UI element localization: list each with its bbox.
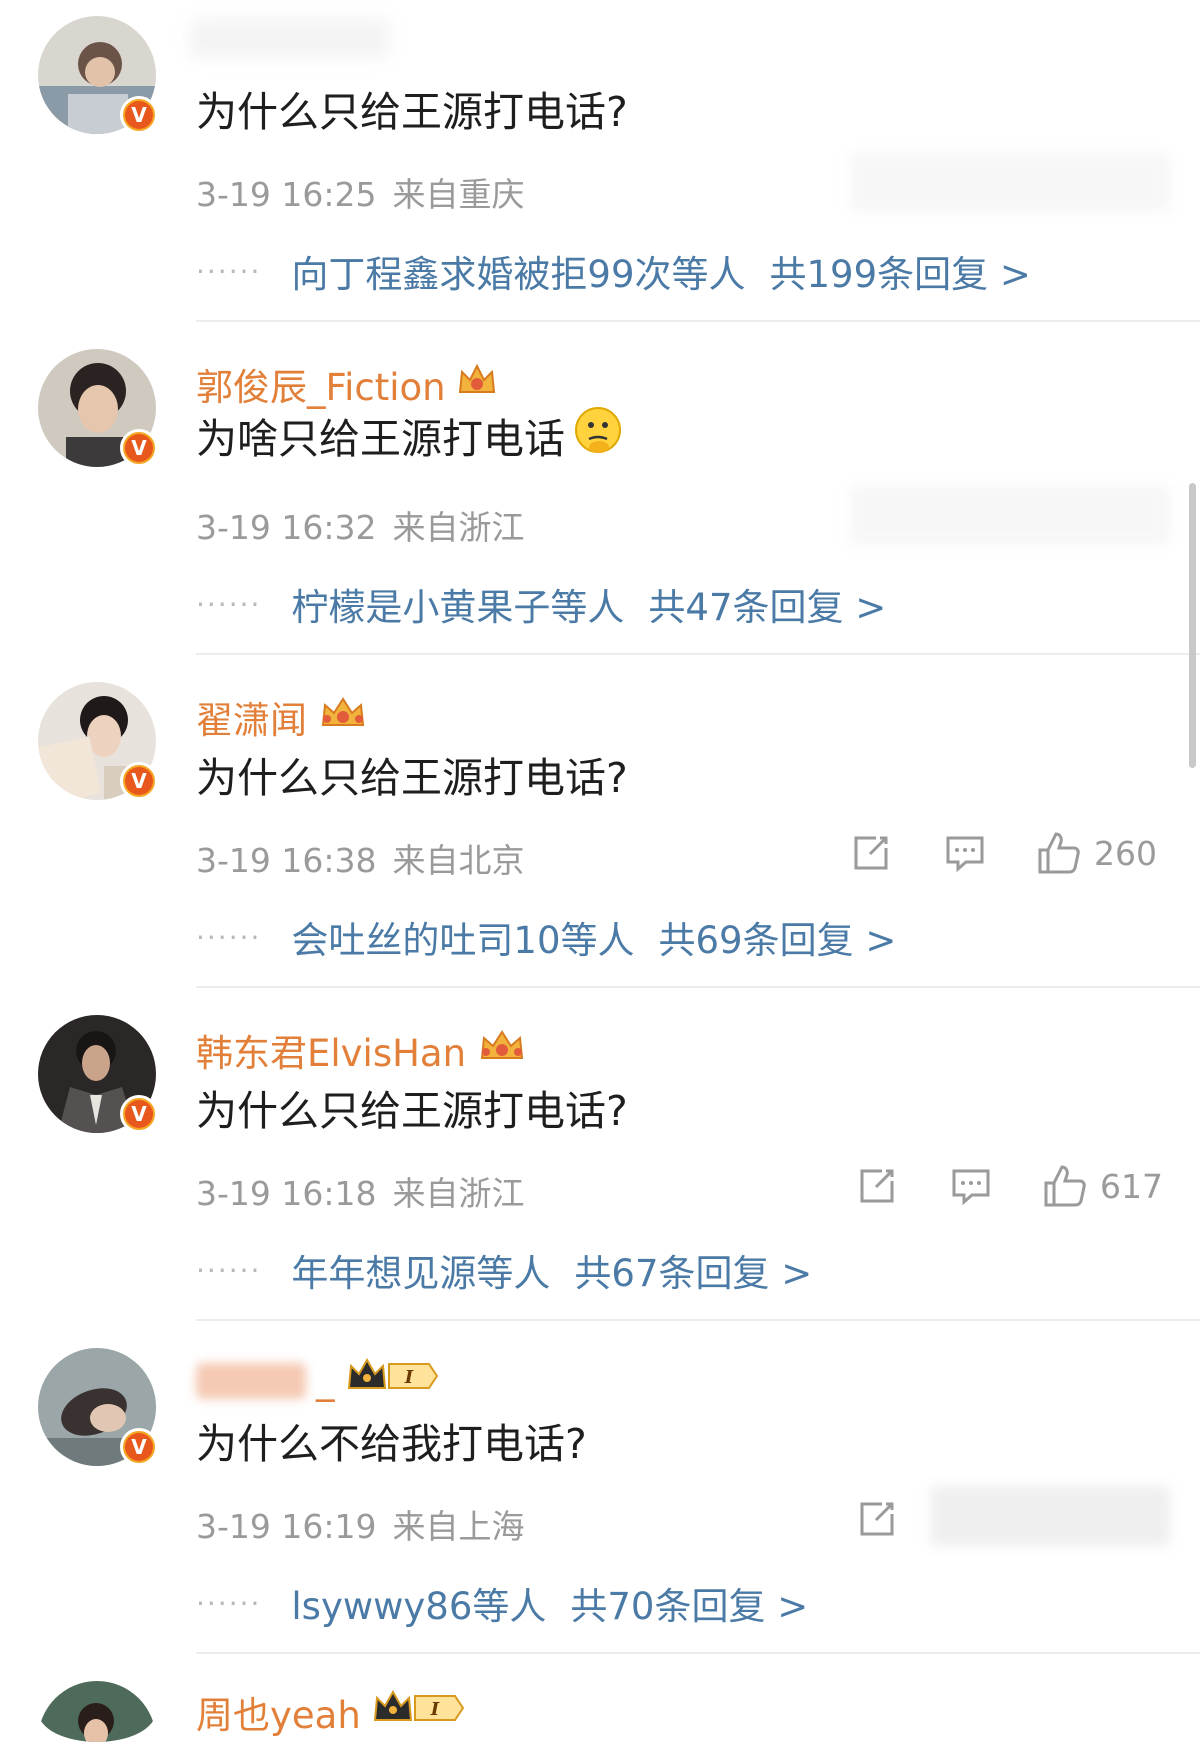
avatar[interactable] [38,1681,156,1742]
comment-button[interactable] [944,832,986,874]
crown-icon [456,360,498,409]
username[interactable]: _ I [196,1356,441,1405]
comment-time: 3-19 16:38 [196,841,377,880]
reply-names: lsywwy86等人 [291,1585,547,1628]
comment-item: V 翟潇闻 为什么只给王源打电话? 3-19 16:38 来自北京 260 ···… [0,666,1200,999]
reply-names: 向丁程鑫求婚被拒99次等人 [291,253,746,296]
like-count: 260 [1094,833,1157,873]
like-button[interactable]: 260 [1036,830,1157,876]
comment-item: V 为什么只给王源打电话? 3-19 16:25 来自重庆 ······ 向丁程鑫… [0,0,1200,333]
replies-link[interactable]: ······ 年年想见源等人 共67条回复 > [196,1243,812,1297]
username[interactable]: 郭俊辰_Fiction [196,357,498,411]
reply-names: 年年想见源等人 [291,1252,551,1295]
username[interactable]: 韩东君ElvisHan [196,1023,528,1077]
comment-location: 来自浙江 [392,508,525,547]
scrollbar[interactable] [1189,483,1196,768]
verified-icon: V [120,1428,158,1466]
comment-location: 来自上海 [392,1507,525,1546]
replies-link[interactable]: ······ 会吐丝的吐司10等人 共69条回复 > [196,910,896,964]
forward-icon [860,1169,894,1203]
verified-icon: V [120,1095,158,1133]
replies-link[interactable]: ······ lsywwy86等人 共70条回复 > [196,1576,808,1630]
crown-icon [317,693,369,742]
reply-total: 共199条回复 > [769,253,1031,296]
comment-time: 3-19 16:18 [196,1174,377,1213]
comment-meta: 3-19 16:18 来自浙江 [196,1167,525,1215]
comment-time: 3-19 16:25 [196,175,377,214]
crown-icon [476,1026,528,1075]
forward-button[interactable] [856,1498,898,1540]
verified-icon: V [120,429,158,467]
divider [196,320,1200,322]
emoji-icon [573,405,623,465]
forward-icon [854,836,888,870]
comment-item: V 郭俊辰_Fiction 为啥只给王源打电话 3-19 16:32 来自浙江 ·… [0,333,1200,666]
comment-location: 来自浙江 [392,1174,525,1213]
divider [196,1319,1200,1321]
divider [196,986,1200,988]
forward-button[interactable] [850,832,892,874]
verified-icon: V [120,762,158,800]
comment-icon [952,1169,990,1206]
comment-text: 为啥只给王源打电话 [196,405,623,465]
thumbs-up-icon [1044,1165,1086,1207]
comment-text: 为什么不给我打电话? [196,1420,587,1468]
comment-icon [946,836,984,873]
avatar[interactable]: V [38,682,158,800]
comment-time: 3-19 16:19 [196,1507,377,1546]
comment-text: 为什么只给王源打电话? [196,88,628,136]
verified-icon: V [120,96,158,134]
comment-item: V _ I 为什么不给我打电话? 3-19 16:19 来自上海 ······ l… [0,1332,1200,1665]
comment-meta: 3-19 16:19 来自上海 [196,1500,525,1548]
reply-total: 共70条回复 > [570,1585,809,1628]
username[interactable]: 周也yeah I [196,1685,467,1739]
reply-total: 共47条回复 > [648,586,887,629]
replies-link[interactable]: ······ 柠檬是小黄果子等人 共47条回复 > [196,577,886,631]
comment-item: 周也yeah I [0,1665,1200,1742]
reply-total: 共67条回复 > [574,1252,813,1295]
rank-level: I [403,1367,413,1388]
comment-meta: 3-19 16:38 来自北京 [196,834,525,882]
reply-names: 会吐丝的吐司10等人 [291,919,635,962]
forward-icon [860,1502,894,1536]
reply-names: 柠檬是小黄果子等人 [291,586,625,629]
avatar[interactable]: V [38,16,158,134]
comment-location: 来自重庆 [392,175,525,214]
divider [196,653,1200,655]
reply-total: 共69条回复 > [658,919,897,962]
like-button[interactable]: 617 [1042,1163,1163,1209]
divider [196,1652,1200,1654]
thumbs-up-icon [1038,832,1080,874]
avatar[interactable]: V [38,349,158,467]
blurred-actions [930,1486,1170,1546]
comment-text: 为什么只给王源打电话? [196,754,628,802]
comment-time: 3-19 16:32 [196,508,377,547]
comment-text: 为什么只给王源打电话? [196,1087,628,1135]
comment-item: V 韩东君ElvisHan 为什么只给王源打电话? 3-19 16:18 来自浙江… [0,999,1200,1332]
forward-button[interactable] [856,1165,898,1207]
like-count: 617 [1100,1166,1163,1206]
comment-meta: 3-19 16:32 来自浙江 [196,501,525,549]
avatar[interactable]: V [38,1015,158,1133]
replies-link[interactable]: ······ 向丁程鑫求婚被拒99次等人 共199条回复 > [196,244,1031,298]
comment-button[interactable] [950,1165,992,1207]
blurred-actions [850,485,1170,545]
blurred-actions [850,152,1170,212]
username[interactable]: 翟潇闻 [196,690,369,744]
rank-badge: I [371,1688,467,1737]
comment-meta: 3-19 16:25 来自重庆 [196,168,525,216]
rank-level: I [430,1699,440,1720]
avatar[interactable]: V [38,1348,158,1466]
comment-location: 来自北京 [392,841,525,880]
rank-badge: I [345,1356,441,1405]
